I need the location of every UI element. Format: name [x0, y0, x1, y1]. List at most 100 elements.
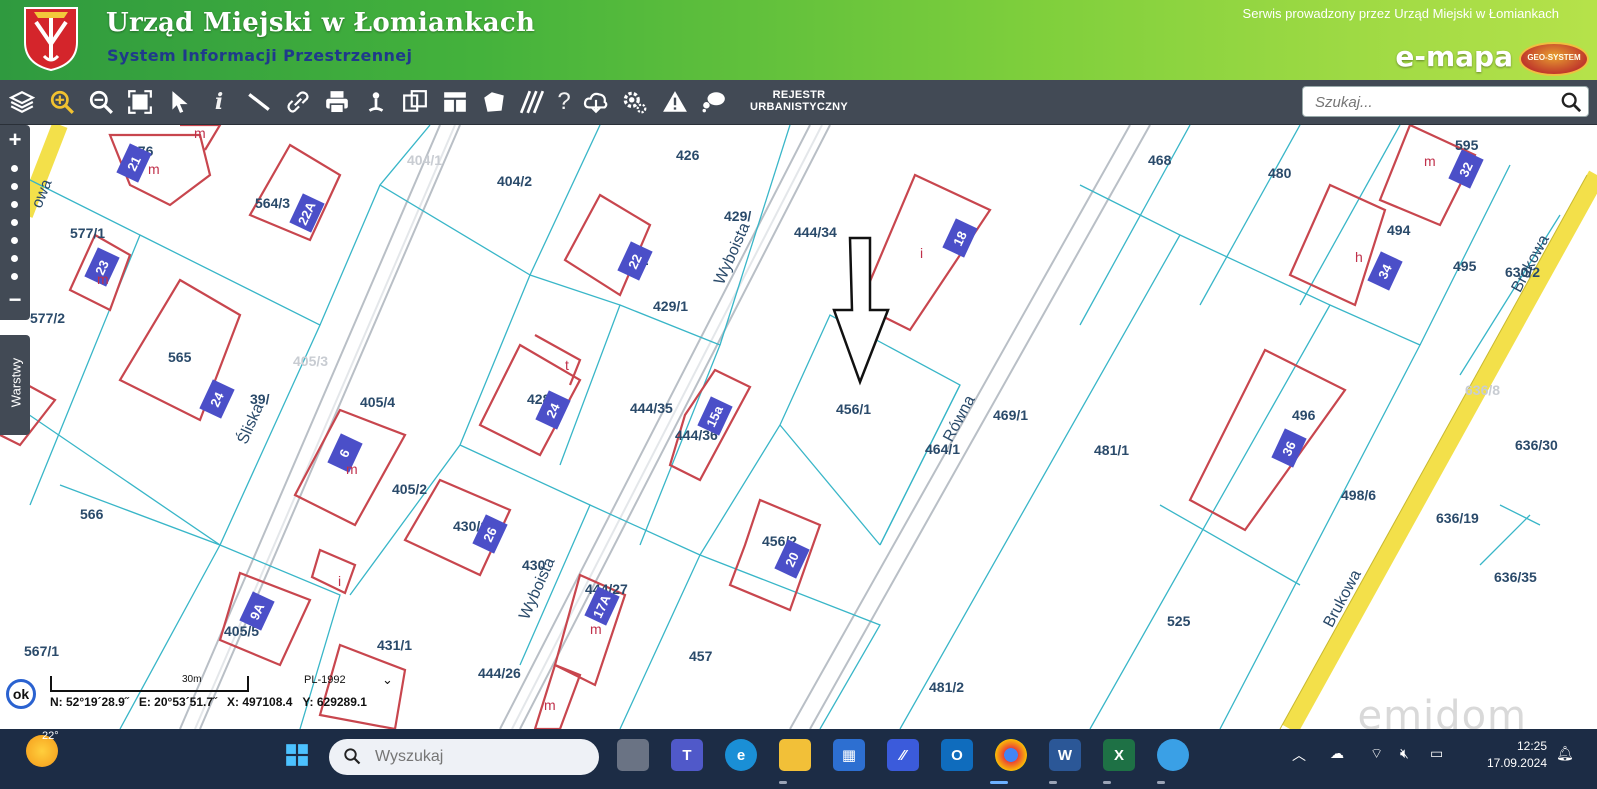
print-icon[interactable]: [323, 88, 351, 116]
cloud-icon[interactable]: ☁: [1330, 745, 1344, 762]
ok-button[interactable]: ok: [6, 679, 36, 709]
search-input[interactable]: [1313, 93, 1557, 112]
edge-icon[interactable]: e: [725, 739, 757, 771]
measure-icon[interactable]: [245, 88, 273, 116]
zoom-level-dot[interactable]: [11, 183, 18, 190]
parcel-label: 636/35: [1494, 569, 1537, 585]
full-extent-icon[interactable]: [126, 88, 154, 116]
zoom-level-dot[interactable]: [11, 255, 18, 262]
store-icon[interactable]: ▦: [833, 739, 865, 771]
battery-icon[interactable]: ▭: [1430, 745, 1443, 762]
taskbar-search-input[interactable]: [373, 747, 577, 767]
compare-icon[interactable]: [401, 88, 429, 116]
parcel-label: 444/26: [478, 665, 521, 681]
parcel-label: 429/1: [653, 298, 689, 314]
warning-icon[interactable]: [661, 88, 689, 116]
download-icon[interactable]: [582, 88, 610, 116]
scale-bar: 30m: [50, 674, 249, 692]
zoom-level-dot[interactable]: [11, 273, 18, 280]
zoom-level-dot[interactable]: [11, 219, 18, 226]
link-icon[interactable]: [284, 88, 312, 116]
layout-icon[interactable]: [441, 88, 469, 116]
map-status-bar: ok 30m PL-1992 ⌄ N: 52°19´28.9˝ E: 20°53´…: [0, 672, 430, 726]
zoom-plus-button[interactable]: +: [0, 127, 30, 153]
parcel-label: 577/1: [70, 225, 106, 241]
map-canvas[interactable]: 576 577/1 577/2 564/3 565 566 567/1 404/…: [0, 125, 1597, 729]
parcel-label: 431/1: [377, 637, 413, 653]
notification-bell-icon[interactable]: 🔔︎: [1556, 745, 1574, 762]
parcel-label: 405/3: [293, 353, 329, 369]
parcel-label: 564/3: [255, 195, 291, 211]
temperature: 22°: [42, 730, 59, 742]
emapa-logo: e-mapa: [1395, 40, 1513, 73]
taskbar-search[interactable]: [329, 739, 599, 775]
locate-icon[interactable]: [362, 88, 390, 116]
building-marker: m: [194, 125, 206, 141]
parcel-label: 481/2: [929, 679, 965, 695]
parcel-label: 495: [1453, 258, 1477, 274]
parcel-label: 595: [1455, 137, 1479, 153]
shape-icon[interactable]: [480, 88, 508, 116]
rejestr-urbanistyczny-button[interactable]: REJESTR URBANISTYCZNY: [750, 89, 848, 113]
city-crest-logo: [24, 7, 78, 72]
zoom-out-icon[interactable]: [87, 88, 115, 116]
windows-taskbar: 22° T e ▦ ⁄⁄ O W X ︿ ☁ ⌔ 🔇︎ ▭ 12:25 17.0…: [0, 729, 1597, 789]
building-marker: m: [544, 697, 556, 713]
teams-icon[interactable]: T: [671, 739, 703, 771]
building-marker: h: [1355, 249, 1363, 265]
volume-icon[interactable]: 🔇︎: [1400, 745, 1409, 762]
building-marker: m: [97, 271, 109, 287]
zoom-level-dot[interactable]: [11, 201, 18, 208]
chevron-down-icon[interactable]: ⌄: [382, 672, 393, 688]
app-subtitle: System Informacji Przestrzennej: [107, 46, 413, 65]
chat-icon[interactable]: [700, 88, 728, 116]
parcel-label: 525: [1167, 613, 1191, 629]
parcel-label: 426: [676, 147, 700, 163]
building-marker: m: [590, 621, 602, 637]
start-icon[interactable]: [281, 739, 313, 771]
layers-tab[interactable]: Warstwy: [0, 335, 30, 435]
file-explorer-icon[interactable]: [779, 739, 811, 771]
outlook-icon[interactable]: O: [941, 739, 973, 771]
wifi-icon[interactable]: ⌔: [1370, 745, 1383, 763]
app-icon[interactable]: ⁄⁄: [887, 739, 919, 771]
building-marker: m: [1424, 153, 1436, 169]
running-indicator: [1049, 781, 1057, 784]
parcel-label: 496: [1292, 407, 1316, 423]
zoom-level-dot[interactable]: [11, 165, 18, 172]
layers-icon[interactable]: [8, 88, 36, 116]
building-marker: i: [920, 245, 924, 261]
hatch-icon[interactable]: [518, 88, 546, 116]
coordinates-readout: N: 52°19´28.9˝ E: 20°53´51.7˝ X: 497108.4 Y…: [50, 695, 367, 709]
search-icon[interactable]: [1560, 91, 1582, 113]
select-pointer-icon[interactable]: [166, 88, 194, 116]
parcel-label: 636/8: [1465, 382, 1501, 398]
excel-icon[interactable]: X: [1103, 739, 1135, 771]
zoom-level-dot[interactable]: [11, 237, 18, 244]
parcel-label: 444/34: [794, 224, 837, 240]
parcel-label: 565: [168, 349, 192, 365]
paint-icon[interactable]: [1157, 739, 1189, 771]
parcel-label-highlighted: 456/1: [836, 401, 872, 417]
service-note: Serwis prowadzony przez Urząd Miejski w …: [1242, 6, 1559, 21]
help-icon[interactable]: ?: [550, 88, 578, 116]
parcel-label: 444/35: [630, 400, 673, 416]
app-title: Urząd Miejski w Łomiankach: [106, 8, 536, 38]
building-marker: i: [338, 573, 342, 589]
zoom-in-icon[interactable]: [48, 88, 76, 116]
info-icon[interactable]: i: [205, 88, 233, 116]
chrome-icon[interactable]: [995, 739, 1027, 771]
chevron-up-icon[interactable]: ︿: [1292, 745, 1306, 765]
zoom-minus-button[interactable]: −: [0, 287, 30, 313]
settings-icon[interactable]: [621, 88, 649, 116]
running-indicator: [779, 781, 787, 784]
task-view-icon[interactable]: [617, 739, 649, 771]
parcel-label: 567/1: [24, 643, 60, 659]
parcel-label: 457: [689, 648, 713, 664]
crs-selector[interactable]: PL-1992: [304, 674, 346, 686]
parcel-label: 636/30: [1515, 437, 1558, 453]
clock[interactable]: 12:25 17.09.2024: [1487, 738, 1547, 772]
building-marker: m: [346, 461, 358, 477]
word-icon[interactable]: W: [1049, 739, 1081, 771]
search-icon: [344, 748, 361, 765]
